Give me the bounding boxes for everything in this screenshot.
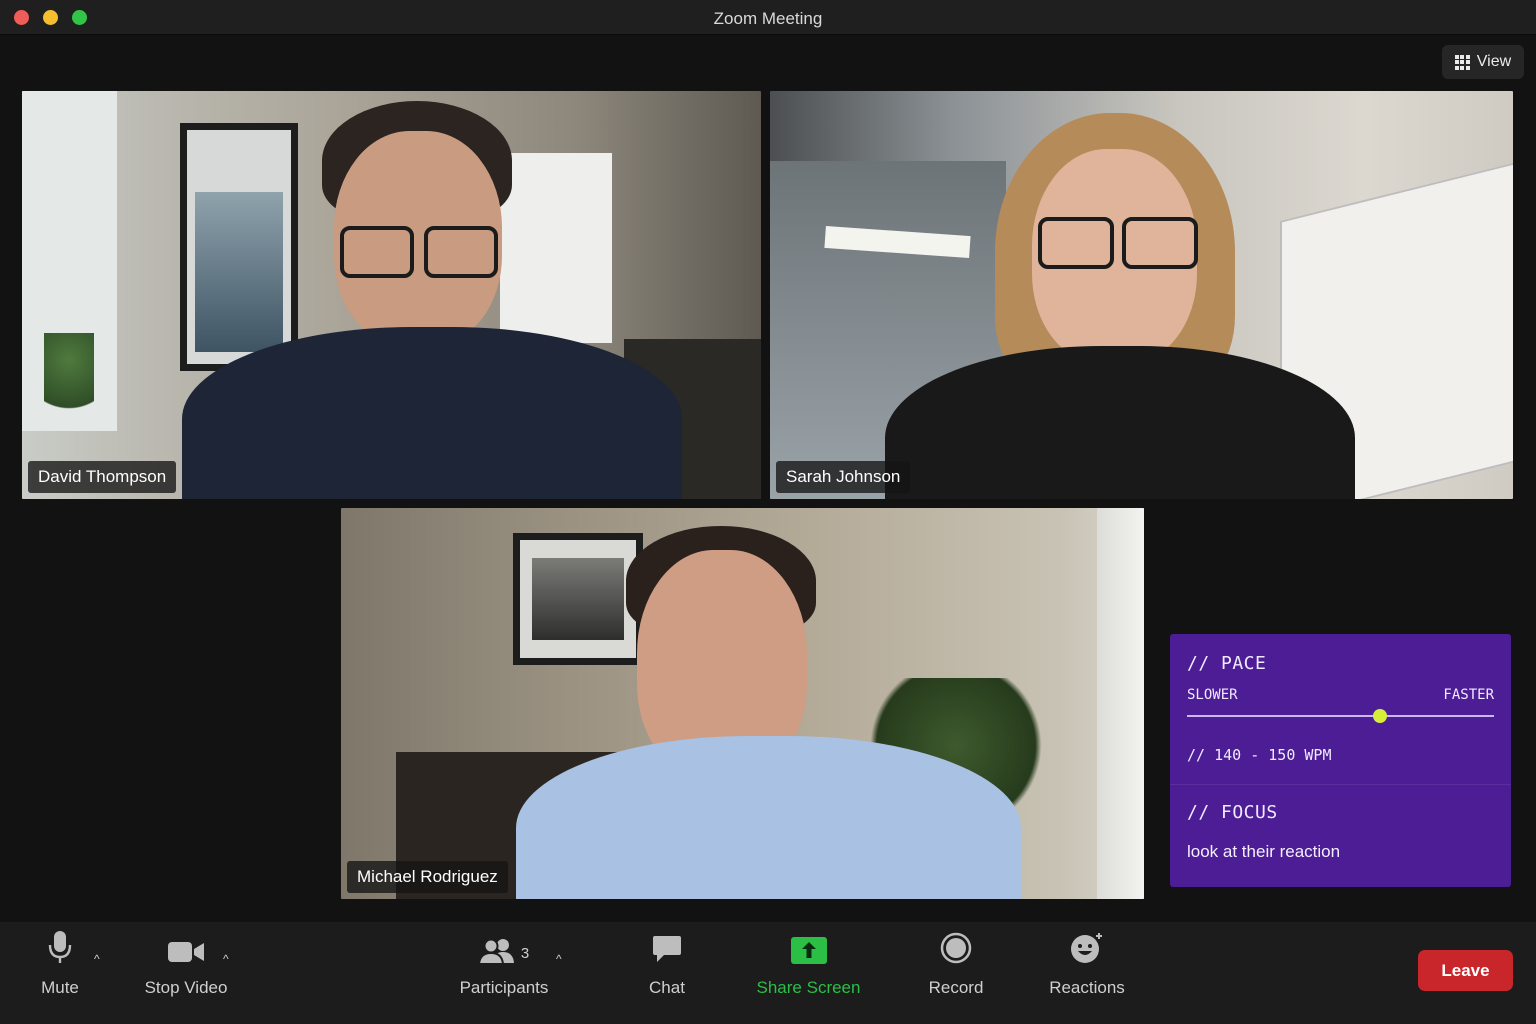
microphone-icon <box>48 922 72 970</box>
view-button[interactable]: View <box>1442 45 1524 79</box>
participants-label: Participants <box>459 978 549 997</box>
mute-label: Mute <box>41 978 79 997</box>
video-feed <box>341 508 1144 899</box>
pace-slider[interactable] <box>1187 709 1494 723</box>
video-feed <box>770 91 1513 499</box>
video-tile-david[interactable]: David Thompson <box>22 91 761 499</box>
audio-options-caret-icon[interactable]: ^ <box>94 952 100 966</box>
framed-artwork <box>180 123 298 371</box>
whiteboard <box>500 153 612 343</box>
participant-name-tag: Sarah Johnson <box>776 461 911 493</box>
meeting-toolbar: Mute ^ Stop Video ^ 3 Participants ^ Cha… <box>0 922 1536 1024</box>
wpm-range: // 140 - 150 WPM <box>1187 746 1332 764</box>
video-camera-icon <box>167 922 205 970</box>
slower-label: SLOWER <box>1187 687 1238 703</box>
pace-slider-knob[interactable] <box>1373 709 1388 723</box>
participants-button[interactable]: 3 Participants <box>455 922 553 1024</box>
share-screen-icon <box>790 922 827 970</box>
participant-body <box>516 736 1021 899</box>
pace-coach-panel: // PACE SLOWER FASTER // 140 - 150 WPM /… <box>1170 634 1511 887</box>
view-button-label: View <box>1476 53 1512 70</box>
participants-icon: 3 <box>478 922 530 970</box>
participant-name-tag: David Thompson <box>28 461 177 493</box>
record-icon <box>940 922 972 970</box>
record-label: Record <box>928 978 984 997</box>
reactions-button[interactable]: Reactions <box>1046 922 1128 1024</box>
chat-button[interactable]: Chat <box>641 922 693 1024</box>
focus-text: look at their reaction <box>1187 842 1341 861</box>
divider <box>1170 784 1511 785</box>
stop-video-label: Stop Video <box>144 978 228 997</box>
focus-heading: // FOCUS <box>1187 802 1278 823</box>
window-blinds <box>1097 508 1144 899</box>
chat-bubble-icon <box>652 922 682 970</box>
video-tile-sarah[interactable]: Sarah Johnson <box>770 91 1513 499</box>
leave-meeting-button[interactable]: Leave <box>1418 950 1513 991</box>
stop-video-button[interactable]: Stop Video <box>141 922 231 1024</box>
participant-body <box>182 327 682 499</box>
share-screen-label: Share Screen <box>756 978 861 997</box>
participant-name-tag: Michael Rodriguez <box>347 861 508 893</box>
title-bar: Zoom Meeting <box>0 0 1536 35</box>
reactions-label: Reactions <box>1049 978 1125 997</box>
emoji-reaction-icon <box>1070 922 1104 970</box>
grid-view-icon <box>1454 54 1470 70</box>
video-feed <box>22 91 761 499</box>
share-screen-button[interactable]: Share Screen <box>755 922 862 1024</box>
chat-label: Chat <box>649 978 685 997</box>
video-tile-michael[interactable]: Michael Rodriguez <box>341 508 1144 899</box>
framed-photo <box>513 533 643 665</box>
faster-label: FASTER <box>1443 687 1494 703</box>
mute-button[interactable]: Mute <box>30 922 90 1024</box>
video-options-caret-icon[interactable]: ^ <box>223 952 229 966</box>
record-button[interactable]: Record <box>925 922 987 1024</box>
participants-count: 3 <box>520 945 530 962</box>
participants-options-caret-icon[interactable]: ^ <box>556 952 562 966</box>
plant <box>44 333 94 423</box>
pace-heading: // PACE <box>1187 653 1267 674</box>
window-title: Zoom Meeting <box>713 9 823 28</box>
